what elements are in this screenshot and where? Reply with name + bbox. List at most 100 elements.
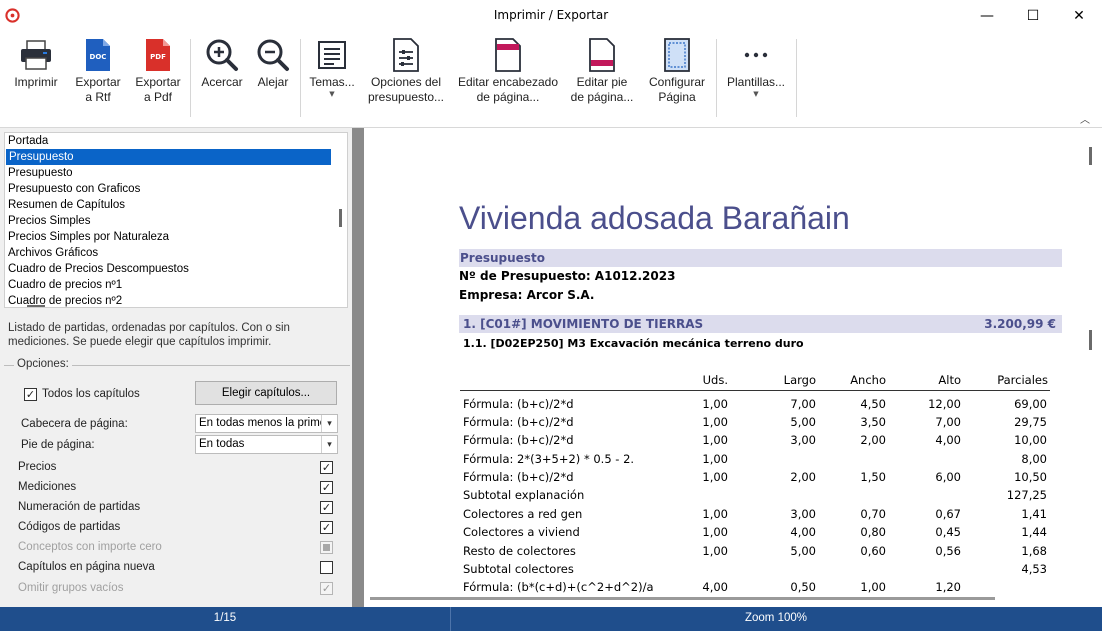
row-value: 1,20 xyxy=(935,580,961,594)
close-button[interactable]: ✕ xyxy=(1056,0,1102,31)
row-concept: Fórmula: (b+c)/2*d xyxy=(463,397,574,411)
elegir-capitulos-button[interactable]: Elegir capítulos... xyxy=(195,381,337,405)
conceptos-cero-checkbox xyxy=(320,541,333,554)
row-value: 1,00 xyxy=(702,544,728,558)
minimize-button[interactable]: — xyxy=(964,0,1010,31)
themes-button[interactable]: Temas... ▼ xyxy=(306,31,358,123)
cabecera-label: Cabecera de página: xyxy=(21,418,128,430)
precios-checkbox[interactable]: ✓ xyxy=(320,461,333,474)
options-legend: Opciones: xyxy=(14,358,72,370)
budget-options-label: Opciones del presupuesto... xyxy=(367,75,445,104)
panel-splitter[interactable] xyxy=(352,128,364,607)
list-item[interactable]: Cuadro de precios nº1 xyxy=(5,277,347,293)
chapter-title: 1. [C01#] MOVIMIENTO DE TIERRAS xyxy=(463,317,704,331)
list-item[interactable]: Cuadro de Precios Descompuestos xyxy=(5,261,347,277)
templates-label: Plantillas... xyxy=(726,75,786,89)
export-pdf-button[interactable]: PDF Exportar a Pdf xyxy=(130,31,186,123)
option-label-omitir-vacios: Omitir grupos vacíos xyxy=(18,582,124,594)
table-row: Colectores a viviend 1,00 4,00 0,80 0,45 1,44 xyxy=(463,525,1053,543)
codigos-checkbox[interactable]: ✓ xyxy=(320,521,333,534)
edit-header-label: Editar encabezado de página... xyxy=(457,75,559,104)
list-item[interactable]: Portada xyxy=(5,133,347,149)
list-item[interactable]: Precios Simples por Naturaleza xyxy=(5,229,347,245)
zoom-in-label: Acercar xyxy=(201,75,243,89)
list-item[interactable]: Archivos Gráficos xyxy=(5,245,347,261)
row-concept: Resto de colectores xyxy=(463,544,576,558)
zoom-in-button[interactable]: Acercar xyxy=(196,31,248,123)
preview-vertical-scrollbar[interactable] xyxy=(1089,147,1092,165)
templates-button[interactable]: Plantillas... ▼ xyxy=(722,31,790,123)
dropdown-caret-icon: ▼ xyxy=(329,90,335,98)
list-item[interactable]: Resumen de Capítulos xyxy=(5,197,347,213)
ribbon-separator xyxy=(716,39,717,117)
list-item-selected[interactable]: Presupuesto xyxy=(6,149,331,165)
edit-footer-button[interactable]: Editar pie de página... xyxy=(566,31,638,123)
report-list[interactable]: Portada Presupuesto Presupuesto Presupue… xyxy=(4,132,348,308)
row-value: 2,00 xyxy=(790,470,816,484)
row-value: 0,70 xyxy=(860,507,886,521)
page-header-icon xyxy=(495,38,521,72)
row-value: 3,00 xyxy=(790,433,816,447)
themes-label: Temas... xyxy=(309,75,355,89)
list-item[interactable]: Presupuesto con Graficos xyxy=(5,181,347,197)
row-value: 5,00 xyxy=(790,544,816,558)
row-value: 1,00 xyxy=(702,470,728,484)
col-uds: Uds. xyxy=(702,373,728,387)
row-value: 10,00 xyxy=(1014,433,1047,447)
row-value: 1,00 xyxy=(702,452,728,466)
item-title: 1.1. [D02EP250] M3 Excavación mecánica t… xyxy=(463,337,804,350)
header-rule xyxy=(460,390,1050,391)
list-item[interactable]: Presupuesto xyxy=(5,165,347,181)
row-concept: Fórmula: (b*(c+d)+(c^2+d^2)/a xyxy=(463,580,654,594)
row-value: 4,53 xyxy=(1021,562,1047,576)
page-setup-button[interactable]: Configurar Página xyxy=(642,31,712,123)
pie-select[interactable]: En todas ▾ xyxy=(195,435,338,454)
option-label-numeracion: Numeración de partidas xyxy=(18,501,141,513)
zoom-out-button[interactable]: Alejar xyxy=(248,31,298,123)
row-value: 4,00 xyxy=(790,525,816,539)
row-value: 1,44 xyxy=(1021,525,1047,539)
list-item[interactable]: Precios Simples xyxy=(5,213,347,229)
ribbon-separator xyxy=(796,39,797,117)
omitir-vacios-checkbox: ✓ xyxy=(320,582,333,595)
edit-header-button[interactable]: Editar encabezado de página... xyxy=(454,31,562,123)
row-value: 127,25 xyxy=(1006,488,1047,502)
list-scrollbar[interactable] xyxy=(339,209,342,227)
title-bar: Imprimir / Exportar — ☐ ✕ xyxy=(0,0,1102,31)
option-label-capitulos-nueva: Capítulos en página nueva xyxy=(18,561,155,573)
zoom-out-label: Alejar xyxy=(257,75,289,89)
option-label-mediciones: Mediciones xyxy=(18,481,77,493)
preview-vertical-scrollbar-thumb[interactable] xyxy=(1089,330,1092,350)
todos-capitulos-checkbox[interactable]: ✓ xyxy=(24,388,37,401)
collapse-ribbon-icon[interactable]: ︿ xyxy=(1080,111,1090,126)
page-setup-icon xyxy=(664,38,690,72)
print-button[interactable]: Imprimir xyxy=(8,31,64,123)
left-panel: Portada Presupuesto Presupuesto Presupue… xyxy=(0,128,355,607)
row-concept: Subtotal colectores xyxy=(463,562,574,576)
capitulos-nueva-checkbox[interactable] xyxy=(320,561,333,574)
table-row: Resto de colectores 1,00 5,00 0,60 0,56 1,68 xyxy=(463,544,1053,562)
row-value: 10,50 xyxy=(1014,470,1047,484)
pdf-badge: PDF xyxy=(150,53,166,61)
table-row: Colectores a red gen 1,00 3,00 0,70 0,67 1,41 xyxy=(463,507,1053,525)
row-value: 0,50 xyxy=(790,580,816,594)
sliders-icon xyxy=(393,38,419,72)
list-horizontal-scrollbar[interactable] xyxy=(27,305,45,307)
col-alto: Alto xyxy=(938,373,961,387)
option-label-conceptos-cero: Conceptos con importe cero xyxy=(18,541,162,553)
window-title: Imprimir / Exportar xyxy=(493,8,609,22)
numeracion-checkbox[interactable]: ✓ xyxy=(320,501,333,514)
mediciones-checkbox[interactable]: ✓ xyxy=(320,481,333,494)
row-concept: Colectores a red gen xyxy=(463,507,583,521)
company: Empresa: Arcor S.A. xyxy=(459,288,595,302)
list-item[interactable]: Cuadro de precios nº2 xyxy=(5,293,347,307)
cabecera-select[interactable]: En todas menos la primera ▾ xyxy=(195,414,338,433)
export-rtf-button[interactable]: DOC Exportar a Rtf xyxy=(70,31,126,123)
doc-file-icon: DOC xyxy=(86,39,110,71)
pdf-file-icon: PDF xyxy=(146,39,170,71)
table-row: Fórmula: (b+c)/2*d 1,00 3,00 2,00 4,00 10,00 xyxy=(463,433,1053,451)
maximize-button[interactable]: ☐ xyxy=(1010,0,1056,31)
section-title: Presupuesto xyxy=(460,251,545,265)
dropdown-caret-icon: ▼ xyxy=(753,90,759,98)
budget-options-button[interactable]: Opciones del presupuesto... xyxy=(362,31,450,123)
